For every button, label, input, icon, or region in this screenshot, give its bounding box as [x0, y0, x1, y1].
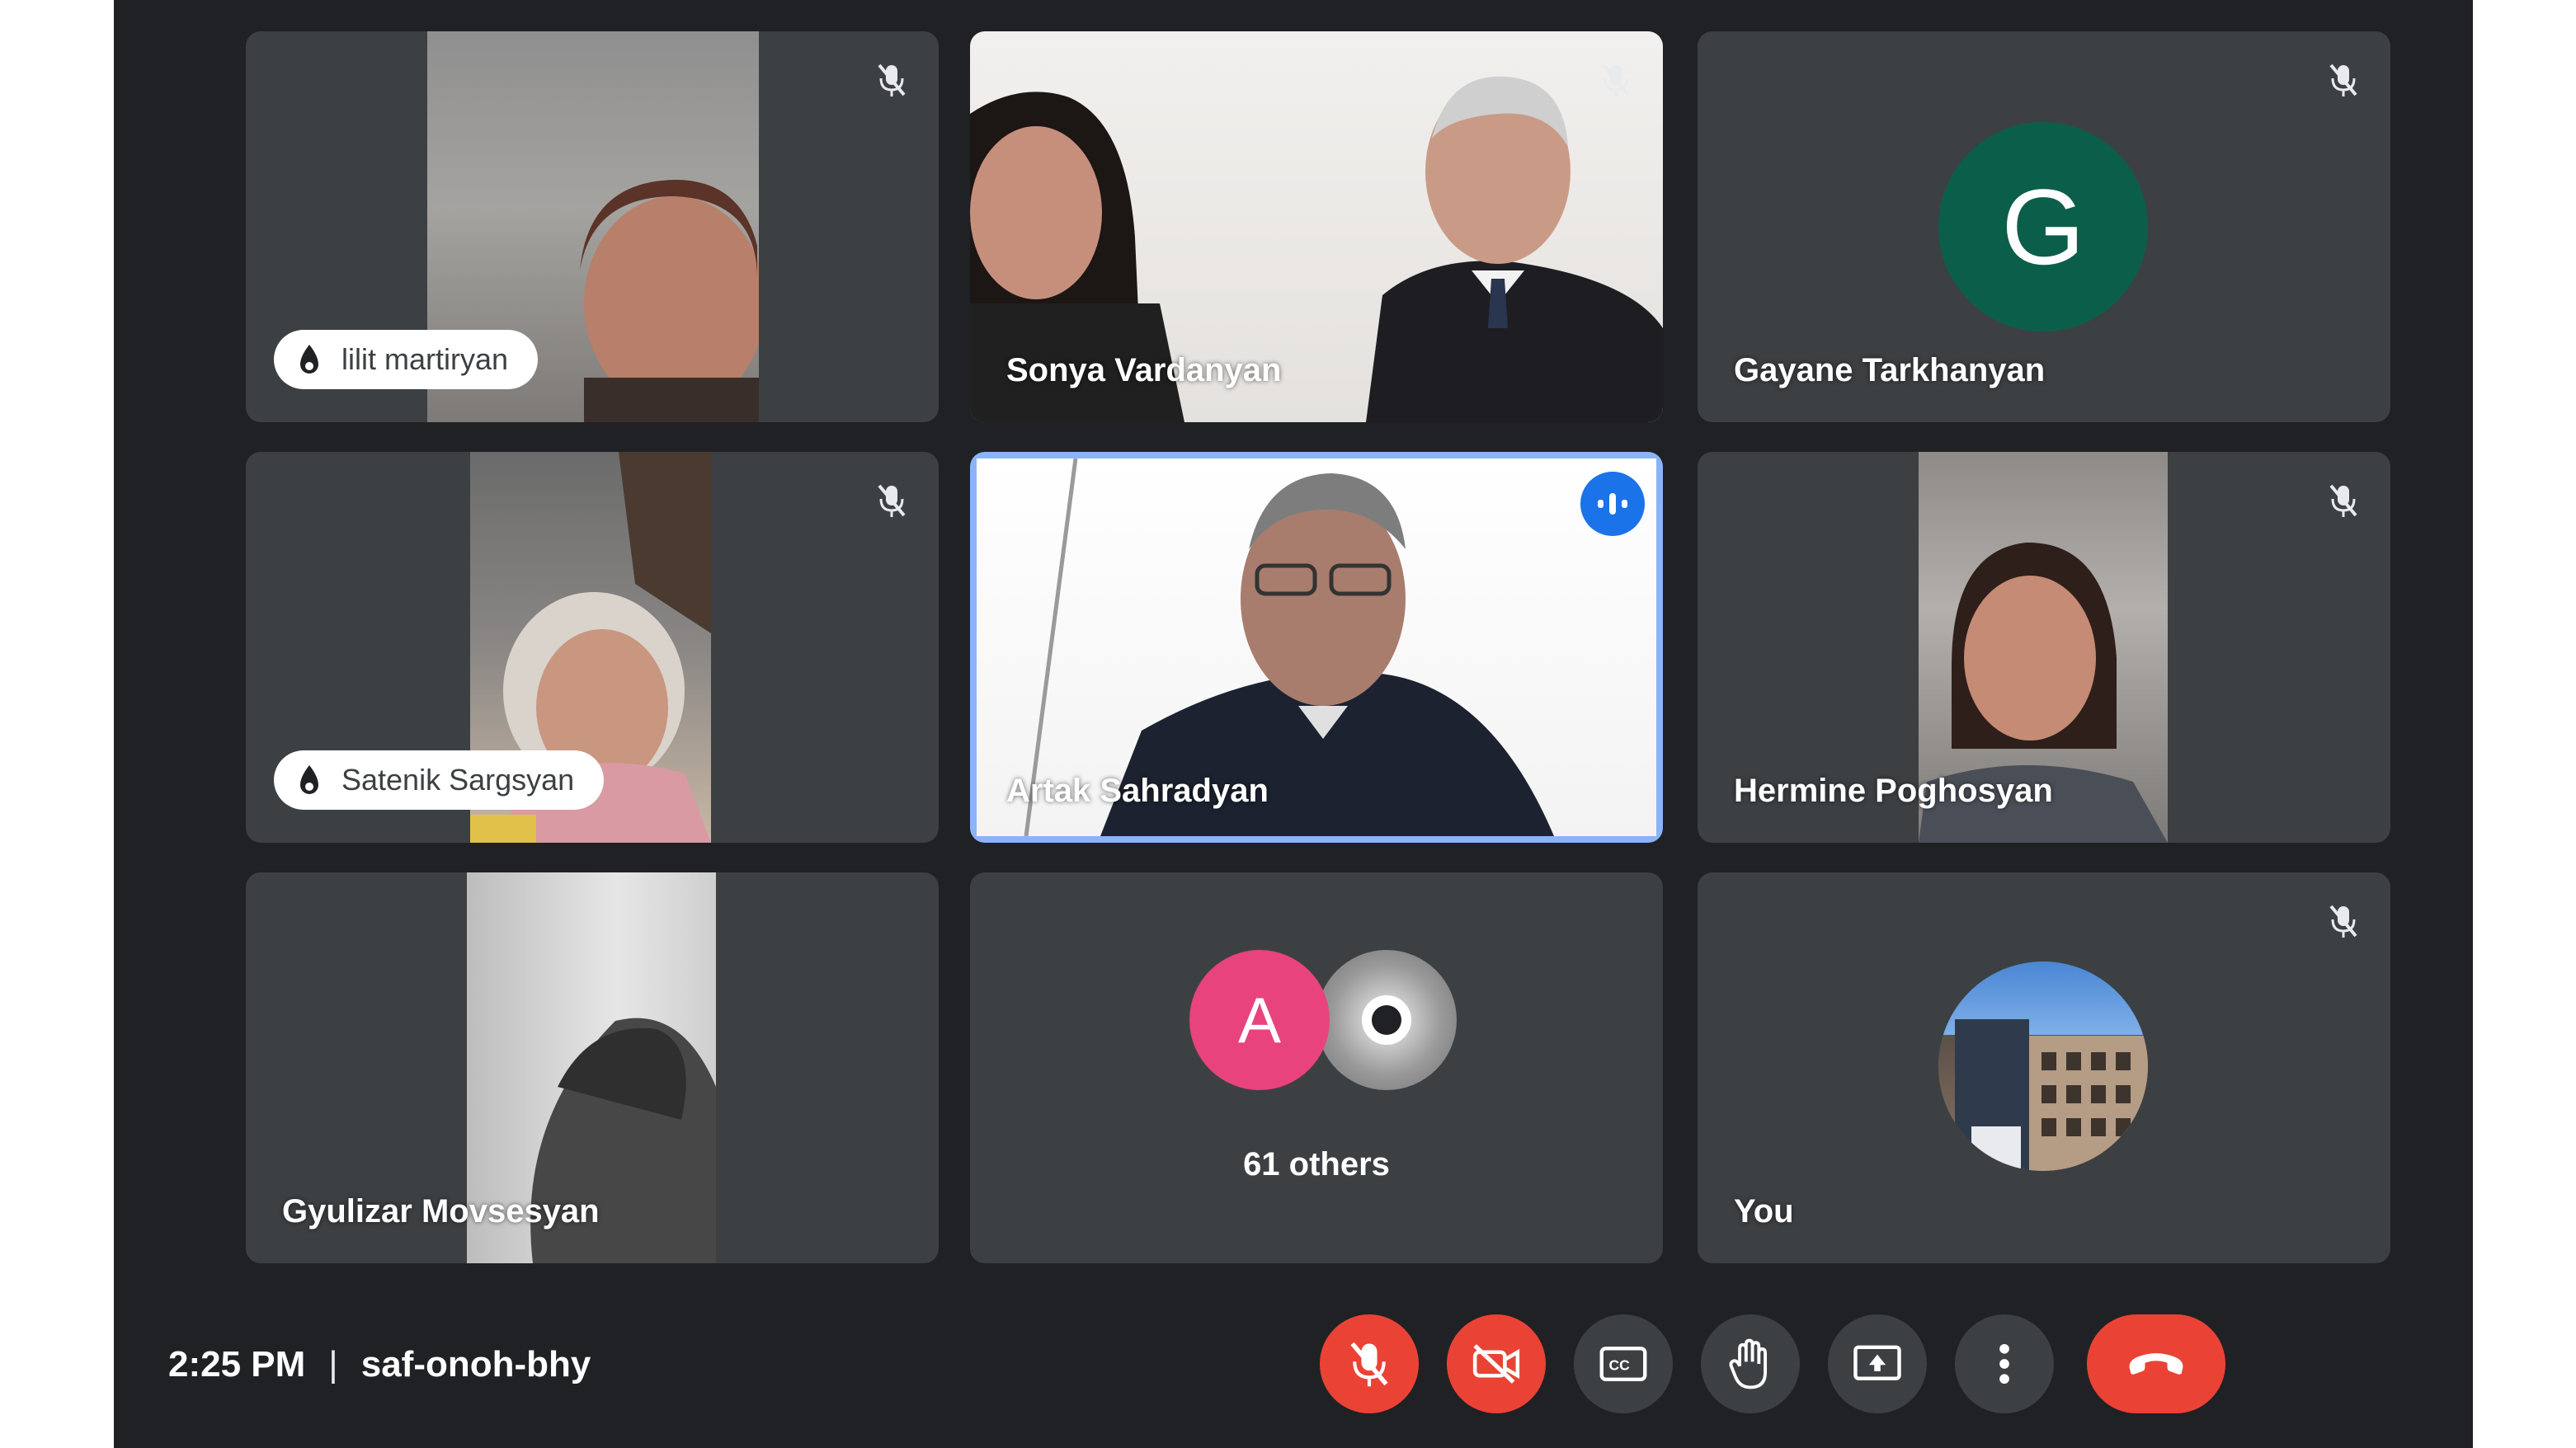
more-options-icon — [1999, 1343, 2009, 1385]
camera-toggle-button[interactable] — [1447, 1314, 1546, 1413]
participant-tile-you[interactable]: You — [1698, 872, 2390, 1263]
participant-name: Satenik Sargsyan — [341, 763, 575, 797]
present-screen-icon — [1853, 1345, 1901, 1380]
mic-toggle-button[interactable] — [1320, 1314, 1419, 1413]
pin-icon — [300, 345, 318, 374]
captions-icon: CC — [1599, 1347, 1647, 1381]
captions-button[interactable]: CC — [1574, 1314, 1673, 1413]
muted-mic-icon — [869, 478, 914, 523]
participant-name: You — [1734, 1193, 1794, 1229]
avatar — [1316, 950, 1457, 1090]
end-call-icon — [2129, 1353, 2183, 1375]
meeting-code[interactable]: saf-onoh-bhy — [361, 1344, 591, 1385]
muted-mic-icon — [2321, 58, 2366, 102]
muted-mic-icon — [869, 58, 914, 102]
meet-window: lilit martiryan Sonya Vardanyan G Gayane… — [114, 0, 2473, 1448]
bottom-bar: 2:25 PM | saf-onoh-bhy CC — [114, 1270, 2473, 1448]
participant-name-pill: Satenik Sargsyan — [274, 750, 605, 810]
participant-tile-hermine[interactable]: Hermine Poghosyan — [1698, 452, 2390, 843]
meeting-info: 2:25 PM | saf-onoh-bhy — [168, 1344, 591, 1385]
muted-mic-icon — [1594, 58, 1638, 102]
participant-tile-artak[interactable]: Artak Sahradyan — [970, 452, 1663, 843]
present-screen-button[interactable] — [1828, 1314, 1927, 1413]
participant-name: Artak Sahradyan — [1006, 773, 1269, 809]
end-call-button[interactable] — [2087, 1314, 2225, 1413]
raise-hand-icon — [1729, 1338, 1768, 1389]
raise-hand-button[interactable] — [1701, 1314, 1800, 1413]
participant-tile-gyulizar[interactable]: Gyulizar Movsesyan — [246, 872, 939, 1263]
participant-name: lilit martiryan — [341, 342, 509, 376]
avatar: A — [1189, 950, 1330, 1090]
participant-name: Gyulizar Movsesyan — [282, 1193, 600, 1229]
mic-off-icon — [1350, 1342, 1388, 1387]
more-options-button[interactable] — [1955, 1314, 2054, 1413]
clock: 2:25 PM — [168, 1344, 306, 1385]
pin-icon — [300, 765, 318, 794]
participant-tile-sonya[interactable]: Sonya Vardanyan — [970, 31, 1663, 422]
participant-tile-others[interactable]: A 61 others — [970, 872, 1663, 1263]
others-count: 61 others — [1243, 1146, 1390, 1182]
participant-tile-gayane[interactable]: G Gayane Tarkhanyan — [1698, 31, 2390, 422]
avatar — [1938, 961, 2148, 1171]
muted-mic-icon — [2321, 899, 2366, 943]
svg-text:CC: CC — [1609, 1357, 1631, 1374]
muted-mic-icon — [2321, 478, 2366, 523]
participant-tile-satenik[interactable]: Satenik Sargsyan — [246, 452, 939, 843]
participant-name: Gayane Tarkhanyan — [1734, 352, 2046, 388]
avatar: G — [1938, 122, 2148, 331]
speaking-indicator-icon — [1580, 472, 1645, 536]
participant-name: Hermine Poghosyan — [1734, 773, 2053, 809]
participant-name-pill: lilit martiryan — [274, 330, 539, 389]
camera-off-icon — [1472, 1344, 1520, 1384]
participant-name: Sonya Vardanyan — [1006, 352, 1282, 388]
separator: | — [328, 1344, 338, 1385]
avatar-initial: G — [2001, 167, 2085, 287]
avatar-initial: A — [1237, 983, 1282, 1056]
participant-tile-lilit[interactable]: lilit martiryan — [246, 31, 939, 422]
